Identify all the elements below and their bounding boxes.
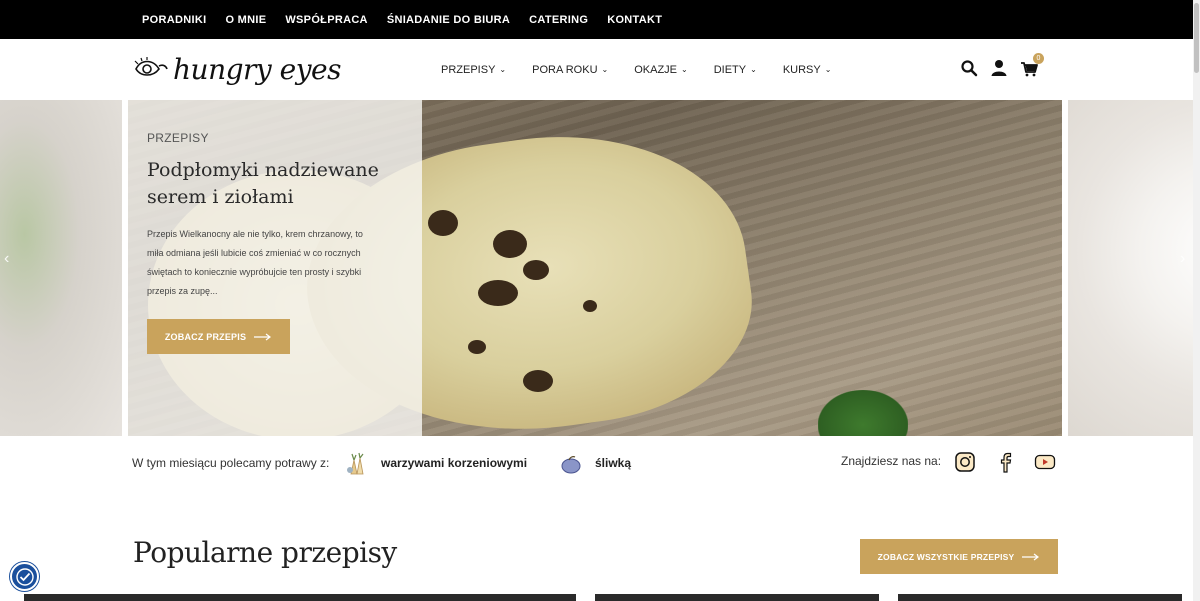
top-link-kontakt[interactable]: KONTAKT — [607, 14, 662, 26]
popular-recipes-title: Popularne przepisy — [133, 536, 397, 569]
recipe-card-image[interactable] — [24, 594, 576, 601]
view-recipe-label: ZOBACZ PRZEPIS — [164, 331, 247, 342]
page-scrollbar[interactable] — [1193, 0, 1200, 601]
top-link-wspolpraca[interactable]: WSPÓŁPRACA — [285, 14, 367, 26]
main-header: hungry eyes PRZEPISY ⌄ PORA ROKU ⌄ OKAZJE ⌄… — [0, 39, 1200, 100]
site-logo[interactable]: hungry eyes — [133, 47, 341, 91]
top-link-catering[interactable]: CATERING — [529, 14, 588, 26]
chevron-down-icon: ⌄ — [750, 65, 757, 74]
chevron-down-icon: ⌄ — [601, 65, 609, 74]
cart-count-badge: 0 — [1033, 53, 1044, 64]
hero-title[interactable]: Podpłomyki nadziewane serem i ziołami — [147, 157, 387, 211]
top-link-sniadanie[interactable]: ŚNIADANIE DO BIURA — [387, 14, 510, 26]
char-mark — [428, 210, 458, 236]
nav-diety[interactable]: DIETY ⌄ — [714, 64, 757, 76]
cart-button[interactable]: 0 — [1020, 53, 1044, 77]
all-recipes-button[interactable]: ZOBACZ WSZYSTKIE PRZEPISY — [860, 539, 1058, 574]
logo-eyes-icon — [134, 57, 168, 76]
nav-okazje[interactable]: OKAZJE ⌄ — [634, 64, 688, 76]
cilantro-garnish — [818, 390, 908, 436]
logo-text: hungry eyes — [173, 52, 341, 86]
recipe-card-image[interactable] — [595, 594, 879, 601]
chevron-down-icon: ⌄ — [499, 65, 507, 74]
slider-prev-arrow[interactable]: ‹ — [4, 250, 9, 268]
header-icons: 0 — [960, 53, 1044, 77]
char-mark — [493, 230, 527, 258]
char-mark — [478, 280, 518, 306]
facebook-icon[interactable] — [994, 451, 1016, 473]
view-recipe-button[interactable]: ZOBACZ PRZEPIS — [147, 319, 290, 354]
accessibility-button[interactable] — [10, 562, 39, 591]
char-mark — [583, 300, 597, 312]
prev-slide-preview[interactable] — [0, 100, 122, 436]
season-lead: W tym miesiącu polecamy potrawy z: — [132, 456, 330, 470]
arrow-right-icon — [1022, 553, 1040, 560]
nav-przepisy[interactable]: PRZEPISY ⌄ — [441, 64, 506, 76]
season-bar: W tym miesiącu polecamy potrawy z: warzy… — [0, 436, 1200, 491]
root-vegetables-icon — [347, 452, 364, 475]
hero-slider: PRZEPISY Podpłomyki nadziewane serem i z… — [0, 100, 1200, 436]
top-link-poradniki[interactable]: PORADNIKI — [142, 14, 206, 26]
all-recipes-label: ZOBACZ WSZYSTKIE PRZEPISY — [877, 551, 1015, 562]
instagram-icon[interactable] — [954, 451, 976, 473]
hero-category[interactable]: PRZEPISY — [147, 131, 209, 145]
top-link-o-mnie[interactable]: O MNIE — [225, 14, 266, 26]
search-icon[interactable] — [960, 59, 978, 77]
chevron-down-icon: ⌄ — [824, 65, 832, 74]
season-item-vegetables[interactable]: warzywami korzeniowymi — [381, 456, 527, 470]
char-mark — [523, 260, 549, 280]
user-icon[interactable] — [990, 59, 1008, 77]
nav-kursy[interactable]: KURSY ⌄ — [783, 64, 832, 76]
accessibility-icon — [15, 567, 34, 586]
arrow-right-icon — [254, 333, 272, 340]
next-slide-preview[interactable] — [1068, 100, 1200, 436]
top-bar: PORADNIKI O MNIE WSPÓŁPRACA ŚNIADANIE DO… — [0, 0, 1200, 39]
nav-pora-roku[interactable]: PORA ROKU ⌄ — [532, 64, 608, 76]
char-mark — [523, 370, 553, 392]
youtube-icon[interactable] — [1034, 451, 1056, 473]
top-links: PORADNIKI O MNIE WSPÓŁPRACA ŚNIADANIE DO… — [142, 0, 662, 39]
scrollbar-thumb[interactable] — [1194, 3, 1199, 73]
hero-description: Przepis Wielkanocny ale nie tylko, krem … — [147, 229, 363, 296]
slider-next-arrow[interactable]: › — [1180, 250, 1185, 268]
main-nav: PRZEPISY ⌄ PORA ROKU ⌄ OKAZJE ⌄ DIETY ⌄ KURS… — [441, 39, 857, 100]
season-item-plum[interactable]: śliwką — [595, 456, 631, 470]
char-mark — [468, 340, 486, 354]
chevron-down-icon: ⌄ — [681, 65, 688, 74]
recipe-card-image[interactable] — [898, 594, 1182, 601]
plum-icon — [561, 456, 581, 474]
find-us-label: Znajdziesz nas na: — [841, 454, 942, 468]
